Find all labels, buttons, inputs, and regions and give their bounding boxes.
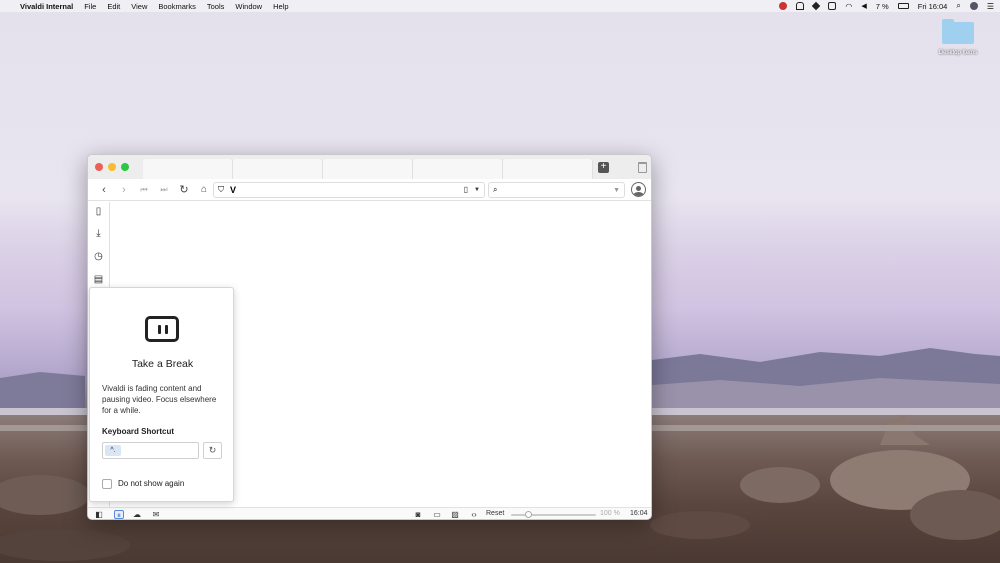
chevron-down-icon[interactable]: ▼	[613, 187, 620, 194]
tab[interactable]	[143, 159, 233, 179]
status-app-icon-3[interactable]	[828, 2, 837, 10]
pause-icon	[145, 316, 179, 342]
wifi-icon[interactable]: ◠	[845, 2, 852, 11]
forward-icon[interactable]: ›	[114, 182, 134, 198]
status-app-icon[interactable]	[779, 2, 788, 10]
tab-bar	[143, 159, 593, 179]
zoom-level: 100 %	[600, 510, 620, 517]
close-window-button[interactable]	[95, 163, 103, 171]
back-icon[interactable]: ‹	[94, 182, 114, 198]
siri-icon[interactable]	[969, 2, 978, 10]
tab[interactable]	[503, 159, 593, 179]
dropbox-icon[interactable]	[812, 1, 821, 11]
notes-panel-icon[interactable]: ▤	[93, 274, 104, 285]
battery-label[interactable]: 7 %	[876, 2, 889, 11]
profile-avatar[interactable]	[631, 182, 646, 197]
history-panel-icon[interactable]: ◷	[93, 251, 104, 262]
menu-tools[interactable]: Tools	[207, 2, 225, 11]
folder-icon	[942, 19, 974, 44]
images-icon[interactable]: ▨	[450, 510, 460, 519]
bookmarks-panel-icon[interactable]: ▯	[93, 206, 104, 217]
popup-description: Vivaldi is fading content and pausing vi…	[102, 384, 217, 415]
notification-center-icon[interactable]: ☰	[987, 2, 994, 11]
address-bar[interactable]: ⛉ V ▯ ▼	[213, 182, 485, 198]
menu-view[interactable]: View	[131, 2, 147, 11]
menu-window[interactable]: Window	[235, 2, 262, 11]
rewind-icon[interactable]: ⏮	[134, 182, 154, 198]
battery-icon[interactable]	[897, 3, 909, 9]
do-not-show-label[interactable]: Do not show again	[118, 479, 184, 488]
minimize-window-button[interactable]	[108, 163, 116, 171]
menu-file[interactable]: File	[84, 2, 96, 11]
take-a-break-icon[interactable]: ⏸	[114, 510, 124, 519]
search-field[interactable]: ⌕ ▼	[488, 182, 625, 198]
shortcut-input[interactable]: ^.	[102, 442, 199, 459]
panel-toggle-icon[interactable]: ◧	[94, 510, 104, 519]
tab[interactable]	[233, 159, 323, 179]
search-engine-icon[interactable]: ⌕	[493, 185, 497, 195]
shortcut-reset-button[interactable]: ↻	[203, 442, 222, 459]
tiling-icon[interactable]: ▭	[432, 510, 442, 519]
popup-title: Take a Break	[131, 358, 194, 370]
menu-edit[interactable]: Edit	[107, 2, 120, 11]
menu-bookmarks[interactable]: Bookmarks	[158, 2, 196, 11]
shortcut-label: Keyboard Shortcut	[102, 427, 175, 436]
home-icon[interactable]: ⌂	[194, 182, 214, 198]
zoom-slider[interactable]	[511, 511, 596, 518]
tab[interactable]	[323, 159, 413, 179]
desktop-folder[interactable]: Desktop Items	[933, 19, 983, 56]
tab[interactable]	[413, 159, 503, 179]
bookmark-icon[interactable]: ▯	[464, 185, 468, 194]
mail-icon[interactable]: ✉	[151, 510, 161, 519]
status-clock: 16:04	[630, 510, 648, 517]
page-actions-icon[interactable]: ‹›	[469, 510, 479, 519]
menu-app-name[interactable]: Vivaldi Internal	[20, 2, 73, 11]
volume-icon[interactable]: ◀	[861, 2, 866, 10]
trash-icon[interactable]	[638, 162, 647, 173]
zoom-reset-button[interactable]: Reset	[486, 510, 504, 517]
downloads-panel-icon[interactable]: ⤓	[93, 228, 104, 239]
menubar-clock[interactable]: Fri 16:04	[918, 2, 948, 11]
sync-cloud-icon[interactable]: ☁	[132, 510, 142, 519]
status-bar: ◧ ⏸ ☁ ✉ ◙ ▭ ▨ ‹› Reset 100 % 16:04	[88, 507, 651, 519]
title-bar: +	[88, 155, 651, 179]
desktop-folder-label: Desktop Items	[938, 50, 978, 56]
status-app-icon-2[interactable]	[796, 2, 805, 10]
macos-menubar: Vivaldi Internal File Edit View Bookmark…	[0, 0, 1000, 12]
spotlight-icon[interactable]: ⌕	[956, 1, 960, 11]
capture-icon[interactable]: ◙	[413, 510, 423, 519]
shield-icon[interactable]: ⛉	[218, 185, 224, 195]
new-tab-button[interactable]: +	[598, 162, 609, 173]
chevron-down-icon[interactable]: ▼	[474, 187, 480, 193]
reload-icon[interactable]: ↻	[174, 182, 194, 198]
zoom-slider-knob[interactable]	[525, 511, 532, 518]
fast-forward-icon[interactable]: ⏭	[154, 182, 174, 198]
address-text: V	[230, 185, 237, 195]
shortcut-key: ^.	[105, 445, 121, 456]
do-not-show-checkbox[interactable]	[102, 479, 112, 489]
menu-help[interactable]: Help	[273, 2, 288, 11]
navigation-toolbar: ‹ › ⏮ ⏭ ↻ ⌂ ⛉ V ▯ ▼ ⌕ ▼	[88, 179, 651, 201]
take-a-break-popup: Take a Break Vivaldi is fading content a…	[89, 287, 234, 502]
zoom-window-button[interactable]	[121, 163, 129, 171]
